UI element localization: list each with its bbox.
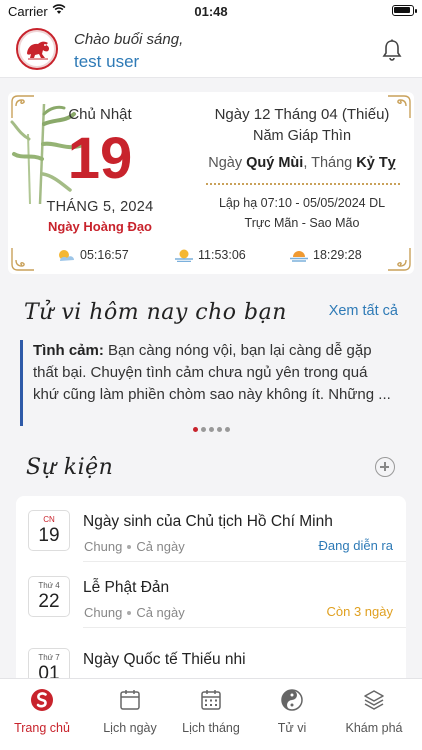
- event-meta: Chung Cả ngày: [84, 539, 185, 554]
- event-item[interactable]: CN 19 Ngày sinh của Chủ tịch Hồ Chí Minh…: [16, 496, 406, 560]
- status-bar: Carrier 01:48: [0, 0, 422, 22]
- event-status: Còn 3 ngày: [326, 604, 394, 619]
- lunar-date: Ngày 12 Tháng 04 (Thiếu): [214, 106, 390, 123]
- event-day: 19: [38, 525, 60, 546]
- notification-bell-icon[interactable]: [382, 39, 402, 61]
- dotted-divider: [206, 183, 400, 185]
- page-dot[interactable]: [200, 427, 206, 432]
- day-calendar-card[interactable]: Chủ Nhật 19 THÁNG 5, 2024 Ngày Hoàng Đạo…: [8, 92, 414, 274]
- horoscope-section-title: Tử vi hôm nay cho bạn: [24, 300, 287, 325]
- bottom-tab-bar: Trang chủ Lịch ngày Lịch tháng Tử vi Khá…: [0, 678, 422, 750]
- tab-horoscope[interactable]: Tử vi: [250, 679, 334, 750]
- layers-icon: [364, 690, 384, 710]
- page-dot[interactable]: [216, 427, 222, 432]
- status-time: 01:48: [194, 4, 228, 19]
- truc-sao-label: Trực Mãn - Sao Mão: [244, 216, 360, 230]
- yin-yang-icon: [281, 689, 303, 711]
- page-dot[interactable]: [224, 427, 230, 432]
- tab-label: Lịch tháng: [182, 721, 240, 735]
- weekday-label: Chủ Nhật: [68, 106, 132, 123]
- see-all-link[interactable]: Xem tất cả: [329, 303, 398, 319]
- noon-sun-icon: [175, 249, 193, 263]
- events-list: CN 19 Ngày sinh của Chủ tịch Hồ Chí Minh…: [16, 496, 406, 686]
- noon-time: 11:53:06: [174, 248, 246, 263]
- sunrise-icon: [59, 250, 74, 261]
- canchi-day: Quý Mùi: [246, 155, 304, 171]
- tab-label: Trang chủ: [14, 721, 70, 735]
- event-weekday: CN: [43, 515, 55, 524]
- app-logo[interactable]: [16, 28, 58, 70]
- page-dot[interactable]: [192, 427, 198, 432]
- event-date-box: Thứ 4 22: [28, 576, 70, 617]
- events-section-title: Sự kiện: [26, 455, 114, 480]
- corner-ornament-icon: [388, 248, 411, 271]
- event-title: Ngày Quốc tế Thiếu nhi: [83, 651, 246, 668]
- event-status: Đang diễn ra: [318, 538, 393, 553]
- corner-ornament-icon: [11, 248, 34, 271]
- sunset-icon: [290, 251, 308, 262]
- event-title: Ngày sinh của Chủ tịch Hồ Chí Minh: [83, 513, 333, 530]
- sunrise-time: 05:16:57: [56, 248, 129, 262]
- add-event-button[interactable]: [375, 457, 395, 477]
- tab-home[interactable]: Trang chủ: [0, 679, 84, 750]
- sunset-time: 18:29:28: [289, 248, 362, 262]
- calendar-month-icon: [201, 690, 221, 710]
- lunar-year: Năm Giáp Thìn: [252, 128, 352, 144]
- tab-label: Tử vi: [277, 721, 307, 735]
- tab-explore[interactable]: Khám phá: [332, 679, 416, 750]
- event-date-box: CN 19: [28, 510, 70, 551]
- horoscope-category: Tình cảm:: [33, 342, 104, 359]
- day-type-label: Ngày Hoàng Đạo: [47, 219, 152, 234]
- page-dot[interactable]: [208, 427, 214, 432]
- event-day: 22: [38, 591, 60, 612]
- calendar-day-icon: [120, 690, 140, 710]
- tab-label: Khám phá: [345, 721, 403, 735]
- greeting-text: Chào buổi sáng,: [74, 31, 184, 48]
- page-indicator[interactable]: [0, 419, 422, 437]
- event-weekday: Thứ 7: [38, 653, 60, 662]
- canchi-month: Kỷ Tỵ: [356, 155, 396, 171]
- tab-month-calendar[interactable]: Lịch tháng: [169, 679, 253, 750]
- solar-month-year: THÁNG 5, 2024: [46, 199, 154, 215]
- event-title: Lễ Phật Đản: [83, 579, 170, 596]
- tab-label: Lịch ngày: [103, 721, 157, 735]
- app-header: Chào buổi sáng, test user: [0, 22, 422, 78]
- tab-day-calendar[interactable]: Lịch ngày: [88, 679, 172, 750]
- event-divider: [83, 627, 406, 628]
- horoscope-excerpt[interactable]: Tình cảm: Bạn càng nóng vội, bạn lại càn…: [20, 340, 392, 426]
- home-logo-icon: [31, 689, 53, 711]
- event-meta: Chung Cả ngày: [84, 605, 185, 620]
- event-item[interactable]: Thứ 4 22 Lễ Phật Đản Chung Cả ngày Còn 3 …: [16, 562, 406, 626]
- canchi-line: Ngày Quý Mùi, Tháng Kỷ Tỵ: [208, 155, 396, 171]
- solar-term: Lập hạ 07:10 - 05/05/2024 DL: [218, 196, 386, 210]
- event-weekday: Thứ 4: [38, 581, 60, 590]
- dragon-logo-icon: [27, 41, 50, 60]
- solar-day-number: 19: [67, 126, 133, 191]
- username-link[interactable]: test user: [74, 52, 139, 72]
- battery-icon: [392, 5, 417, 16]
